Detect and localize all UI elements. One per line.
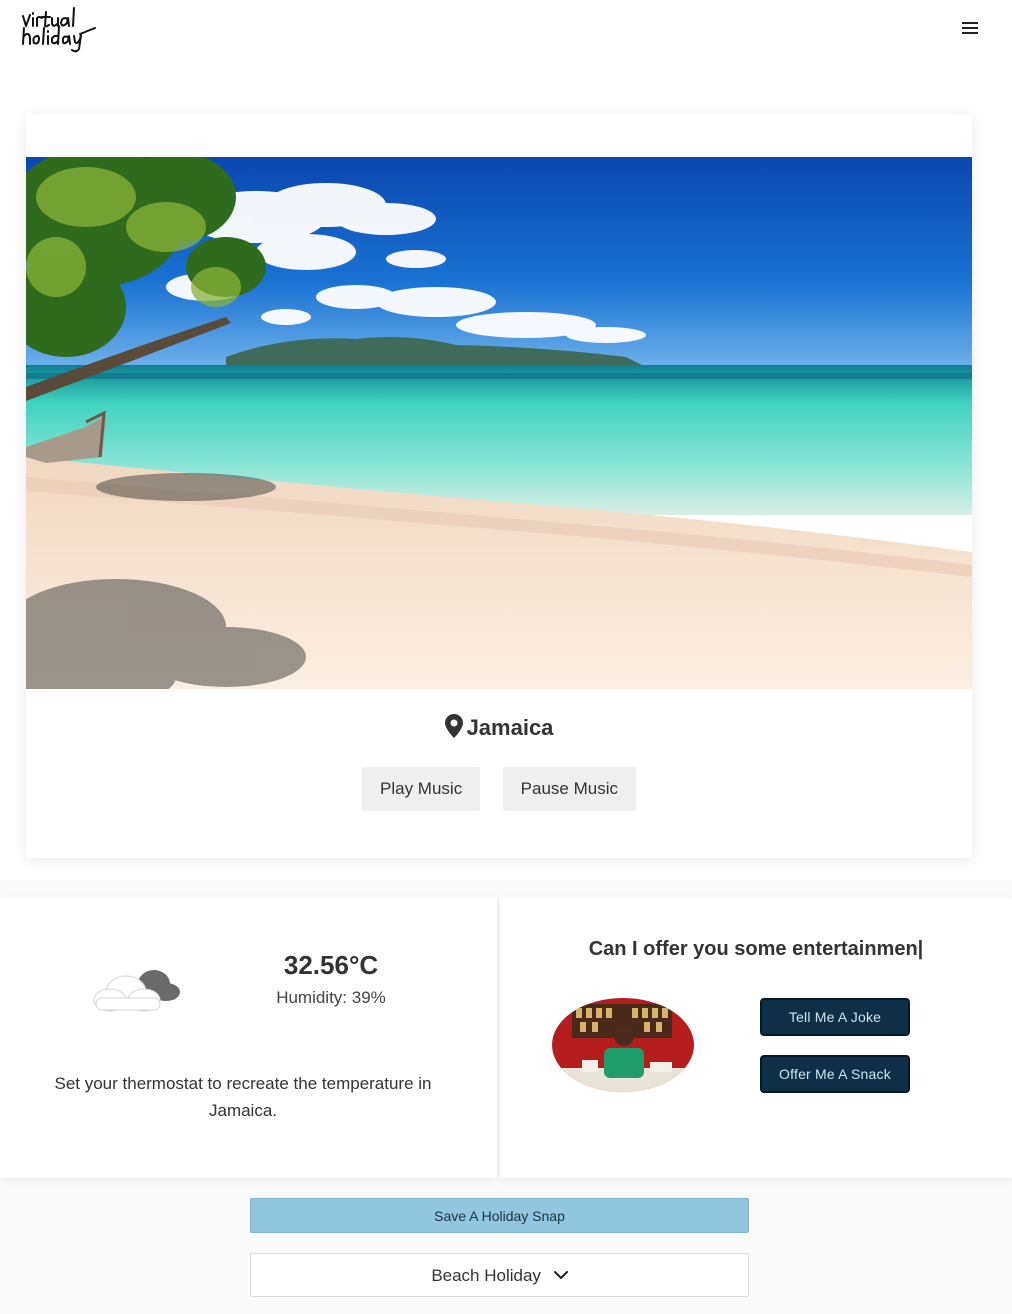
location-name: Jamaica bbox=[466, 715, 554, 740]
menu-line bbox=[962, 32, 978, 34]
beach-photo bbox=[26, 157, 972, 689]
holiday-type-select[interactable]: Beach Holiday bbox=[250, 1253, 749, 1297]
entertainment-title: Can I offer you some entertainmen| bbox=[588, 938, 924, 960]
pause-music-button[interactable]: Pause Music bbox=[502, 767, 636, 811]
cloudy-icon bbox=[88, 954, 184, 1018]
weather-panel: 32.56°C Humidity: 39% Set your thermosta… bbox=[0, 898, 497, 1178]
temperature: 32.56°C bbox=[283, 950, 379, 980]
hamburger-menu-icon[interactable] bbox=[958, 18, 982, 38]
thermostat-message: Set your thermostat to recreate the temp… bbox=[54, 1074, 432, 1120]
destination-card: Jamaica Play Music Pause Music bbox=[26, 114, 972, 858]
top-bar bbox=[0, 0, 1012, 62]
music-controls: Play Music Pause Music bbox=[26, 767, 972, 811]
logo-script-graphic bbox=[22, 7, 96, 53]
menu-line bbox=[962, 22, 978, 24]
virtual-holiday-logo[interactable] bbox=[20, 4, 98, 54]
menu-line bbox=[962, 27, 978, 29]
tell-joke-button[interactable]: Tell Me A Joke bbox=[760, 998, 910, 1036]
offer-snack-button[interactable]: Offer Me A Snack bbox=[760, 1055, 910, 1093]
humidity: Humidity: 39% bbox=[276, 988, 386, 1007]
map-pin-icon bbox=[444, 714, 463, 738]
save-holiday-snap-button[interactable]: Save A Holiday Snap bbox=[250, 1198, 749, 1233]
holiday-type-value: Beach Holiday bbox=[431, 1266, 541, 1285]
entertainment-panel: Can I offer you some entertainmen| Tell … bbox=[500, 898, 1012, 1178]
play-music-button[interactable]: Play Music bbox=[362, 767, 481, 811]
location-heading: Jamaica bbox=[26, 714, 972, 741]
host-avatar bbox=[552, 998, 694, 1092]
chevron-down-icon bbox=[553, 1254, 568, 1279]
